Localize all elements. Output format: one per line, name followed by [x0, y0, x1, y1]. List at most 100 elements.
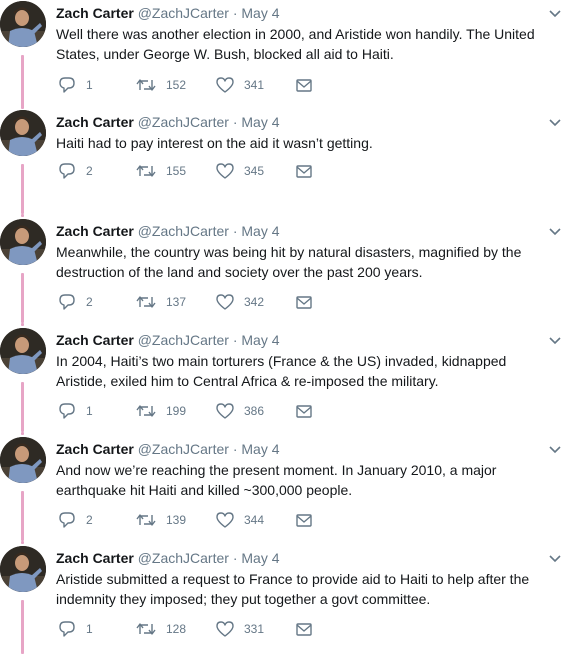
tweet-header: Zach Carter @ZachJCarter · May 4 [56, 331, 280, 349]
direct-message-button[interactable] [296, 513, 316, 527]
heart-icon [216, 77, 234, 93]
author-handle[interactable]: @ZachJCarter [138, 223, 229, 239]
tweet[interactable]: Zach Carter @ZachJCarter · May 4 In 2004… [0, 323, 580, 432]
avatar[interactable] [0, 437, 46, 483]
thread-connector-line [21, 323, 24, 326]
tweet-text: Well there was another election in 2000,… [56, 26, 535, 62]
author-name[interactable]: Zach Carter [56, 332, 134, 348]
author-name[interactable]: Zach Carter [56, 550, 134, 566]
reply-button[interactable]: 2 [58, 163, 136, 179]
envelope-icon [296, 295, 312, 309]
retweet-button[interactable]: 137 [136, 294, 216, 310]
retweet-count: 139 [166, 513, 187, 527]
author-name[interactable]: Zach Carter [56, 441, 134, 457]
avatar[interactable] [0, 219, 46, 265]
timestamp[interactable]: May 4 [241, 223, 279, 239]
retweet-icon [136, 514, 156, 526]
thread-connector-line [21, 164, 24, 214]
author-handle[interactable]: @ZachJCarter [138, 332, 229, 348]
heart-icon [216, 512, 234, 528]
separator-dot: · [232, 441, 238, 457]
avatar[interactable] [0, 1, 46, 47]
tweet[interactable]: Zach Carter @ZachJCarter · May 4 Meanwhi… [0, 214, 580, 323]
timestamp[interactable]: May 4 [241, 332, 279, 348]
reply-count: 2 [86, 164, 93, 178]
retweet-icon [136, 165, 156, 177]
avatar[interactable] [0, 328, 46, 374]
envelope-icon [296, 404, 312, 418]
reply-button[interactable]: 2 [58, 294, 136, 310]
reply-icon [59, 512, 75, 528]
chevron-down-icon[interactable] [548, 442, 562, 456]
reply-icon [59, 294, 75, 310]
separator-dot: · [232, 5, 238, 21]
author-handle[interactable]: @ZachJCarter [138, 5, 229, 21]
like-count: 341 [244, 78, 265, 92]
direct-message-button[interactable] [296, 295, 316, 309]
tweet-actions: 1 199 386 [58, 401, 316, 421]
like-count: 331 [244, 622, 265, 636]
heart-icon [216, 294, 234, 310]
retweet-button[interactable]: 152 [136, 77, 216, 93]
author-name[interactable]: Zach Carter [56, 223, 134, 239]
tweet[interactable]: Zach Carter @ZachJCarter · May 4 Aristid… [0, 541, 580, 654]
tweet-header: Zach Carter @ZachJCarter · May 4 [56, 113, 280, 131]
reply-count: 1 [86, 78, 93, 92]
retweet-button[interactable]: 139 [136, 512, 216, 528]
heart-icon [216, 163, 234, 179]
retweet-button[interactable]: 199 [136, 403, 216, 419]
retweet-count: 199 [166, 404, 187, 418]
chevron-down-icon[interactable] [548, 333, 562, 347]
tweet[interactable]: Zach Carter @ZachJCarter · May 4 Haiti h… [0, 105, 580, 214]
retweet-count: 152 [166, 78, 187, 92]
reply-icon [59, 403, 75, 419]
tweet-actions: 1 152 341 [58, 75, 316, 95]
avatar[interactable] [0, 110, 46, 156]
separator-dot: · [232, 114, 238, 130]
avatar[interactable] [0, 546, 46, 592]
like-button[interactable]: 342 [216, 294, 296, 310]
retweet-icon [136, 405, 156, 417]
envelope-icon [296, 622, 312, 636]
tweet-actions: 1 128 331 [58, 619, 316, 639]
like-button[interactable]: 344 [216, 512, 296, 528]
thread-connector-line [21, 600, 24, 654]
tweet-header: Zach Carter @ZachJCarter · May 4 [56, 4, 280, 22]
thread-connector-line [21, 491, 24, 541]
like-button[interactable]: 341 [216, 77, 296, 93]
direct-message-button[interactable] [296, 404, 316, 418]
like-count: 342 [244, 295, 265, 309]
author-handle[interactable]: @ZachJCarter [138, 441, 229, 457]
thread-connector-line [21, 541, 24, 544]
direct-message-button[interactable] [296, 622, 316, 636]
author-name[interactable]: Zach Carter [56, 114, 134, 130]
timestamp[interactable]: May 4 [241, 5, 279, 21]
timestamp[interactable]: May 4 [241, 114, 279, 130]
retweet-button[interactable]: 155 [136, 163, 216, 179]
tweet[interactable]: Zach Carter @ZachJCarter · May 4 And now… [0, 432, 580, 541]
tweet-header: Zach Carter @ZachJCarter · May 4 [56, 440, 280, 458]
author-handle[interactable]: @ZachJCarter [138, 114, 229, 130]
timestamp[interactable]: May 4 [241, 550, 279, 566]
reply-icon [59, 77, 75, 93]
chevron-down-icon[interactable] [548, 224, 562, 238]
tweet-actions: 2 137 342 [58, 292, 316, 312]
chevron-down-icon[interactable] [548, 6, 562, 20]
author-handle[interactable]: @ZachJCarter [138, 550, 229, 566]
tweet-actions: 2 155 345 [58, 161, 316, 181]
reply-icon [59, 163, 75, 179]
reply-button[interactable]: 1 [58, 403, 136, 419]
chevron-down-icon[interactable] [548, 551, 562, 565]
chevron-down-icon[interactable] [548, 115, 562, 129]
tweet[interactable]: Zach Carter @ZachJCarter · May 4 Well th… [0, 0, 580, 109]
timestamp[interactable]: May 4 [241, 441, 279, 457]
direct-message-button[interactable] [296, 78, 316, 92]
reply-button[interactable]: 1 [58, 77, 136, 93]
author-name[interactable]: Zach Carter [56, 5, 134, 21]
direct-message-button[interactable] [296, 164, 316, 178]
envelope-icon [296, 513, 312, 527]
like-button[interactable]: 386 [216, 403, 296, 419]
like-button[interactable]: 345 [216, 163, 296, 179]
reply-button[interactable]: 2 [58, 512, 136, 528]
envelope-icon [296, 164, 312, 178]
